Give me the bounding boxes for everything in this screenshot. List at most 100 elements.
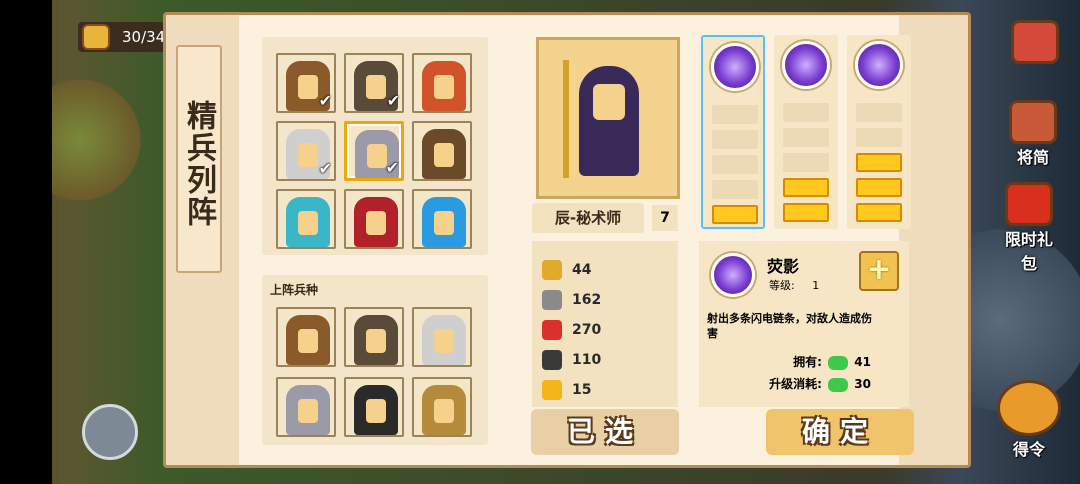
skill-level-pip xyxy=(856,203,902,222)
skill-level-pip xyxy=(712,105,758,124)
shop-button[interactable] xyxy=(1008,20,1062,64)
deployed-slot[interactable] xyxy=(344,307,404,367)
check-icon: ✔ xyxy=(318,159,332,178)
hero-book-button[interactable]: 将简 xyxy=(1006,100,1060,168)
unit-slot[interactable] xyxy=(344,189,404,249)
skill-column[interactable] xyxy=(774,35,838,229)
dark-storm-skill-icon xyxy=(711,43,759,91)
cost-label: 升级消耗: xyxy=(769,377,822,391)
jade-icon xyxy=(828,377,849,392)
skill-column[interactable] xyxy=(847,35,911,229)
stat-value: 110 xyxy=(572,352,602,368)
dragon-unit-icon xyxy=(286,197,330,247)
stat-row: 162 xyxy=(542,287,601,313)
black-knight-unit-icon xyxy=(354,385,398,435)
book-icon xyxy=(1009,100,1057,144)
upgrade-skill-button[interactable]: + xyxy=(859,251,899,291)
selected-button[interactable]: 已选 xyxy=(531,409,679,455)
skill-level: 1 xyxy=(812,279,820,292)
hero-face xyxy=(593,84,625,120)
deployed-slot[interactable] xyxy=(276,307,336,367)
hero-stats: 44 162 270 110 15 xyxy=(532,241,678,407)
command-button[interactable]: 得令 xyxy=(992,380,1066,460)
troop-count: 30/34 xyxy=(122,28,166,46)
skill-level-pip xyxy=(783,153,829,172)
shop-icon xyxy=(1011,20,1059,64)
unit-slot[interactable]: ✔ xyxy=(276,53,336,113)
skill-level-pip xyxy=(856,103,902,122)
unit-slot[interactable] xyxy=(276,189,336,249)
skill-level-pip xyxy=(712,155,758,174)
lion-beast-unit-icon xyxy=(422,385,466,435)
check-icon: ✔ xyxy=(386,91,400,110)
dark-vortex-skill-icon xyxy=(782,41,830,89)
hero-book-label: 将简 xyxy=(1016,148,1049,167)
owned-row: 拥有: 41 xyxy=(793,353,871,370)
command-label: 得令 xyxy=(1012,440,1045,459)
joystick-icon[interactable] xyxy=(82,404,138,460)
screen-edge xyxy=(0,0,52,484)
limited-gift-button[interactable]: 限时礼包 xyxy=(1002,182,1056,274)
gift-icon xyxy=(1005,182,1053,226)
deployed-slot[interactable] xyxy=(412,307,472,367)
unit-slot[interactable]: ✔ xyxy=(276,121,336,181)
stat-row: 15 xyxy=(542,377,591,403)
limited-gift-label: 限时礼包 xyxy=(1004,230,1053,273)
panel-title: 精兵列阵 xyxy=(176,45,222,273)
skill-level-pip xyxy=(712,130,758,149)
confirm-button[interactable]: 确定 xyxy=(766,409,914,455)
skill-level-label: 等级: xyxy=(769,279,795,292)
stat-value: 270 xyxy=(572,322,602,338)
skill-description: 射出多条闪电链条，对敌人造成伤害 xyxy=(707,312,872,340)
hero-name: 辰-秘术师 xyxy=(532,203,644,233)
jade-icon xyxy=(828,355,849,370)
sorcerer-unit-icon xyxy=(286,385,330,435)
skill-column[interactable] xyxy=(701,35,765,229)
command-seal-icon xyxy=(997,380,1061,436)
skill-level-pip xyxy=(856,178,902,197)
deployed-slot[interactable] xyxy=(344,377,404,437)
troop-formation-panel: 精兵列阵 ✔ ✔ ✔ ✔ 上阵兵种 辰-秘术师 7 44 162 270 110 15 荧影 … xyxy=(163,12,971,468)
hero-level: 7 xyxy=(652,205,678,231)
skill-level-pip xyxy=(783,103,829,122)
stat-value: 44 xyxy=(572,262,592,278)
boot-icon xyxy=(542,350,562,370)
check-icon: ✔ xyxy=(385,158,399,177)
hero-portrait xyxy=(536,37,680,199)
staff-icon xyxy=(563,60,569,178)
deployed-slot[interactable] xyxy=(412,377,472,437)
sorcerer-figure-icon xyxy=(579,66,639,176)
unit-slot[interactable] xyxy=(412,189,472,249)
cost-value: 30 xyxy=(854,377,871,391)
army-token-icon xyxy=(82,24,110,50)
skill-name: 荧影 xyxy=(767,257,800,276)
skill-level-pip xyxy=(856,153,902,172)
deployed-slot[interactable] xyxy=(276,377,336,437)
skill-level-pip xyxy=(712,180,758,199)
unit-slot[interactable] xyxy=(412,53,472,113)
dark-moon-skill-icon xyxy=(855,41,903,89)
red-knight-unit-icon xyxy=(354,197,398,247)
sword-icon xyxy=(542,260,562,280)
stat-value: 15 xyxy=(572,382,592,398)
unit-slot[interactable] xyxy=(412,121,472,181)
stat-row: 270 xyxy=(542,317,601,343)
fire-hair-unit-icon xyxy=(422,61,466,111)
lightning-icon xyxy=(542,380,562,400)
brawler-unit-icon xyxy=(286,315,330,365)
dark-storm-skill-icon xyxy=(711,253,755,297)
check-icon: ✔ xyxy=(318,91,332,110)
owned-value: 41 xyxy=(854,355,871,369)
shield-icon xyxy=(542,290,562,310)
rogue-unit-icon xyxy=(354,315,398,365)
unit-slot[interactable]: ✔ xyxy=(344,53,404,113)
skill-level-row: 等级: 1 xyxy=(769,277,819,293)
cannon-unit-icon xyxy=(422,129,466,179)
skill-level-pip xyxy=(856,128,902,147)
skill-level-pip xyxy=(783,128,829,147)
blue-knight-unit-icon xyxy=(422,197,466,247)
skill-detail: 荧影 等级: 1 + 射出多条闪电链条，对敌人造成伤害 拥有: 41 升级消耗:… xyxy=(699,241,909,407)
deployed-title: 上阵兵种 xyxy=(270,283,319,297)
unit-slot[interactable]: ✔ xyxy=(344,121,404,181)
cost-row: 升级消耗: 30 xyxy=(769,375,871,392)
